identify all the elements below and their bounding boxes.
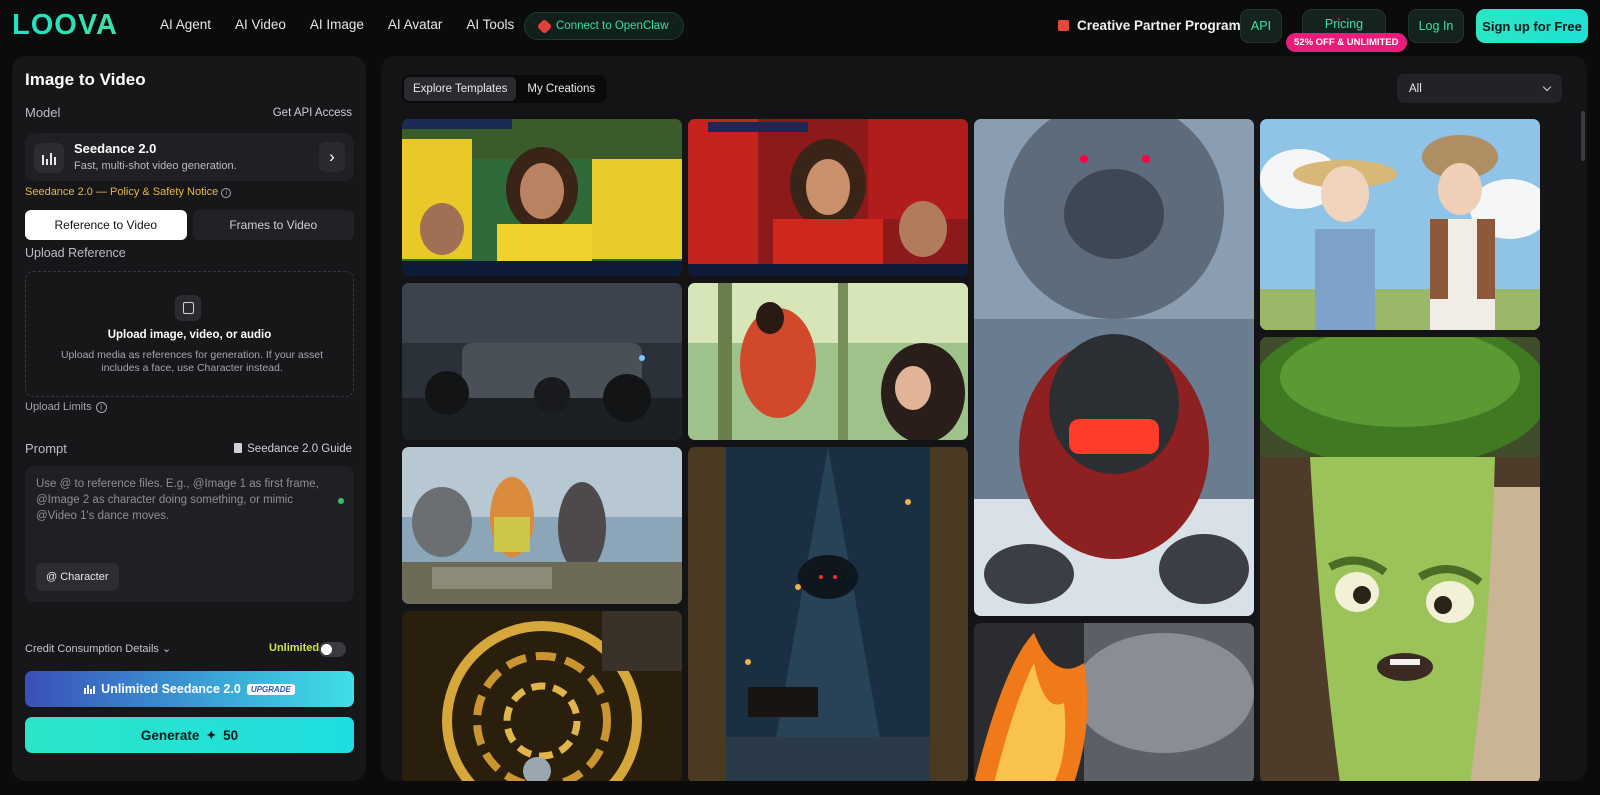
- template-card-spain-fan[interactable]: [688, 119, 968, 276]
- prompt-placeholder: Use @ to reference files. E.g., @Image 1…: [36, 478, 319, 522]
- unlimited-toggle[interactable]: [319, 642, 346, 657]
- connect-openclaw-button[interactable]: Connect to OpenClaw: [524, 12, 684, 40]
- login-button[interactable]: Log In: [1408, 9, 1464, 43]
- credit-cost: 50: [223, 727, 239, 743]
- generate-label: Generate: [140, 727, 200, 743]
- upload-reference-label: Upload Reference: [25, 246, 126, 260]
- policy-label: Seedance 2.0 — Policy & Safety Notice: [25, 186, 219, 198]
- nav-ai-agent[interactable]: AI Agent: [160, 17, 211, 32]
- nav-ai-video[interactable]: AI Video: [235, 17, 286, 32]
- prompt-input[interactable]: Use @ to reference files. E.g., @Image 1…: [25, 466, 354, 602]
- character-button[interactable]: @ Character: [36, 563, 119, 591]
- filter-value: All: [1409, 82, 1422, 95]
- upload-description: Upload media as references for generatio…: [60, 349, 324, 374]
- gift-icon: [1058, 20, 1069, 31]
- guide-label: Seedance 2.0 Guide: [247, 443, 352, 455]
- upload-icon: [175, 295, 201, 321]
- template-card-fire-explosion[interactable]: [974, 623, 1254, 781]
- creative-partner-link[interactable]: Creative Partner Program: [1058, 18, 1241, 33]
- chevron-right-icon[interactable]: ›: [319, 142, 345, 172]
- template-card-broccoli-character[interactable]: [1260, 337, 1540, 781]
- tab-frames-to-video[interactable]: Frames to Video: [192, 210, 354, 240]
- main-nav: AI Agent AI Video AI Image AI Avatar AI …: [160, 17, 538, 32]
- tab-my-creations[interactable]: My Creations: [518, 77, 604, 101]
- template-card-anime-warrior[interactable]: [688, 283, 968, 440]
- loova-logo[interactable]: LOOVA: [12, 9, 118, 42]
- sparkle-icon: ✦: [205, 726, 218, 743]
- template-card-gothic-hall[interactable]: [688, 447, 968, 781]
- seedance-guide-link[interactable]: Seedance 2.0 Guide: [234, 443, 352, 455]
- tab-reference-to-video[interactable]: Reference to Video: [25, 210, 187, 240]
- api-button[interactable]: API: [1240, 9, 1282, 43]
- top-navigation: LOOVA AI Agent AI Video AI Image AI Avat…: [0, 0, 1600, 52]
- generate-button[interactable]: Generate ✦ 50: [25, 717, 354, 753]
- unlimited-seedance-button[interactable]: Unlimited Seedance 2.0 UPGRADE: [25, 671, 354, 707]
- nav-ai-image[interactable]: AI Image: [310, 17, 364, 32]
- generation-panel: Image to Video Model Get API Access Seed…: [12, 56, 366, 781]
- status-dot: [338, 498, 344, 504]
- nav-ai-tools[interactable]: AI Tools: [466, 17, 514, 32]
- template-card-yeti-rider[interactable]: [974, 119, 1254, 616]
- partner-label: Creative Partner Program: [1077, 18, 1241, 33]
- tab-explore-templates[interactable]: Explore Templates: [404, 77, 517, 101]
- pricing-discount-badge: 52% OFF & UNLIMITED: [1286, 33, 1407, 52]
- openclaw-icon: [536, 18, 553, 34]
- model-name: Seedance 2.0: [74, 141, 157, 156]
- document-icon: [234, 443, 243, 453]
- get-api-access-link[interactable]: Get API Access: [273, 107, 352, 119]
- upload-dropzone[interactable]: Upload image, video, or audio Upload med…: [25, 271, 354, 397]
- upload-title: Upload image, video, or audio: [107, 329, 272, 341]
- credit-details-dropdown[interactable]: Credit Consumption Details ⌄: [25, 642, 171, 655]
- model-bars-icon: [34, 143, 64, 173]
- gallery-tabs: Explore Templates My Creations: [402, 75, 607, 103]
- nav-ai-avatar[interactable]: AI Avatar: [388, 17, 443, 32]
- upload-limits-link[interactable]: Upload Limits i: [25, 401, 107, 413]
- policy-notice-link[interactable]: Seedance 2.0 — Policy & Safety Notice i: [25, 186, 232, 198]
- openclaw-label: Connect to OpenClaw: [556, 20, 669, 32]
- template-card-football-fans[interactable]: [402, 119, 682, 276]
- panel-title: Image to Video: [25, 70, 146, 89]
- bars-icon: [84, 684, 96, 694]
- template-card-ghibli-kids[interactable]: [1260, 119, 1540, 330]
- info-icon: i: [95, 402, 107, 413]
- template-card-cat-vs-monster[interactable]: [402, 447, 682, 604]
- mode-switch: Reference to Video Frames to Video: [25, 210, 354, 240]
- template-card-golden-maze[interactable]: [402, 611, 682, 781]
- template-card-robot-vehicle[interactable]: [402, 283, 682, 440]
- unlimited-label: Unlimited: [269, 642, 320, 654]
- unlimited-seedance-label: Unlimited Seedance 2.0: [101, 682, 241, 696]
- prompt-label: Prompt: [25, 441, 67, 456]
- model-label: Model: [25, 105, 61, 120]
- info-icon: i: [221, 188, 232, 198]
- gallery-scrollbar[interactable]: [1581, 111, 1585, 161]
- signup-button[interactable]: Sign up for Free: [1476, 9, 1588, 43]
- chevron-down-icon: [1542, 82, 1552, 92]
- model-description: Fast, multi-shot video generation.: [74, 160, 237, 172]
- upload-limits-label: Upload Limits: [25, 401, 92, 413]
- category-filter[interactable]: All: [1397, 74, 1562, 103]
- template-gallery: Explore Templates My Creations All: [381, 56, 1587, 781]
- model-selector[interactable]: Seedance 2.0 Fast, multi-shot video gene…: [25, 133, 354, 181]
- upgrade-badge: UPGRADE: [246, 683, 295, 695]
